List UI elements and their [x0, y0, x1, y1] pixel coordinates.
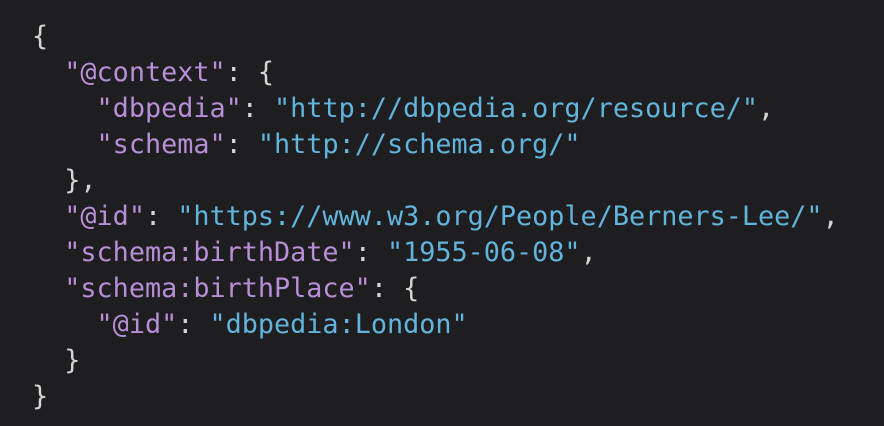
json-punctuation — [32, 237, 64, 268]
json-punctuation: , — [758, 93, 775, 124]
json-punctuation: : — [144, 201, 178, 232]
code-line: }, — [32, 163, 884, 199]
json-punctuation: : — [241, 93, 275, 124]
code-line: } — [32, 379, 884, 415]
json-string-value: "https://www.w3.org/People/Berners-Lee/" — [177, 201, 823, 232]
json-punctuation: : — [177, 309, 210, 340]
json-punctuation: , — [822, 201, 839, 232]
code-line: "dbpedia": "http://dbpedia.org/resource/… — [32, 91, 884, 127]
code-line: "schema:birthPlace": { — [32, 271, 884, 307]
json-punctuation: } — [32, 345, 81, 376]
json-key: "@id" — [96, 309, 178, 340]
json-string-value: "http://dbpedia.org/resource/" — [274, 93, 759, 124]
json-key: "@id" — [64, 201, 145, 232]
code-line: "@context": { — [32, 55, 884, 91]
json-punctuation — [32, 201, 64, 232]
code-line: } — [32, 343, 884, 379]
json-punctuation — [32, 57, 64, 88]
code-line: "@id": "dbpedia:London" — [32, 307, 884, 343]
json-key: "schema:birthDate" — [64, 237, 355, 268]
json-punctuation — [32, 273, 64, 304]
json-key: "schema" — [96, 129, 226, 160]
code-line: { — [32, 19, 884, 55]
json-punctuation: }, — [32, 165, 97, 196]
json-punctuation: : { — [370, 273, 420, 304]
json-punctuation — [32, 309, 97, 340]
json-punctuation: : { — [225, 57, 275, 88]
json-punctuation: : — [354, 237, 387, 268]
json-punctuation: } — [32, 381, 49, 412]
json-punctuation: , — [580, 237, 597, 268]
json-punctuation: : — [225, 129, 258, 160]
code-line: "@id": "https://www.w3.org/People/Berner… — [32, 199, 884, 235]
json-punctuation — [32, 129, 97, 160]
json-key: "@context" — [64, 57, 226, 88]
json-punctuation: { — [32, 21, 49, 52]
json-string-value: "dbpedia:London" — [209, 309, 468, 340]
json-ld-code-block: { "@context": { "dbpedia": "http://dbped… — [32, 19, 884, 415]
json-key: "dbpedia" — [96, 93, 242, 124]
code-editor: { "@context": { "dbpedia": "http://dbped… — [0, 0, 884, 426]
json-string-value: "1955-06-08" — [386, 237, 581, 268]
json-string-value: "http://schema.org/" — [257, 129, 581, 160]
json-punctuation — [32, 93, 97, 124]
code-line: "schema": "http://schema.org/" — [32, 127, 884, 163]
json-key: "schema:birthPlace" — [64, 273, 371, 304]
code-line: "schema:birthDate": "1955-06-08", — [32, 235, 884, 271]
